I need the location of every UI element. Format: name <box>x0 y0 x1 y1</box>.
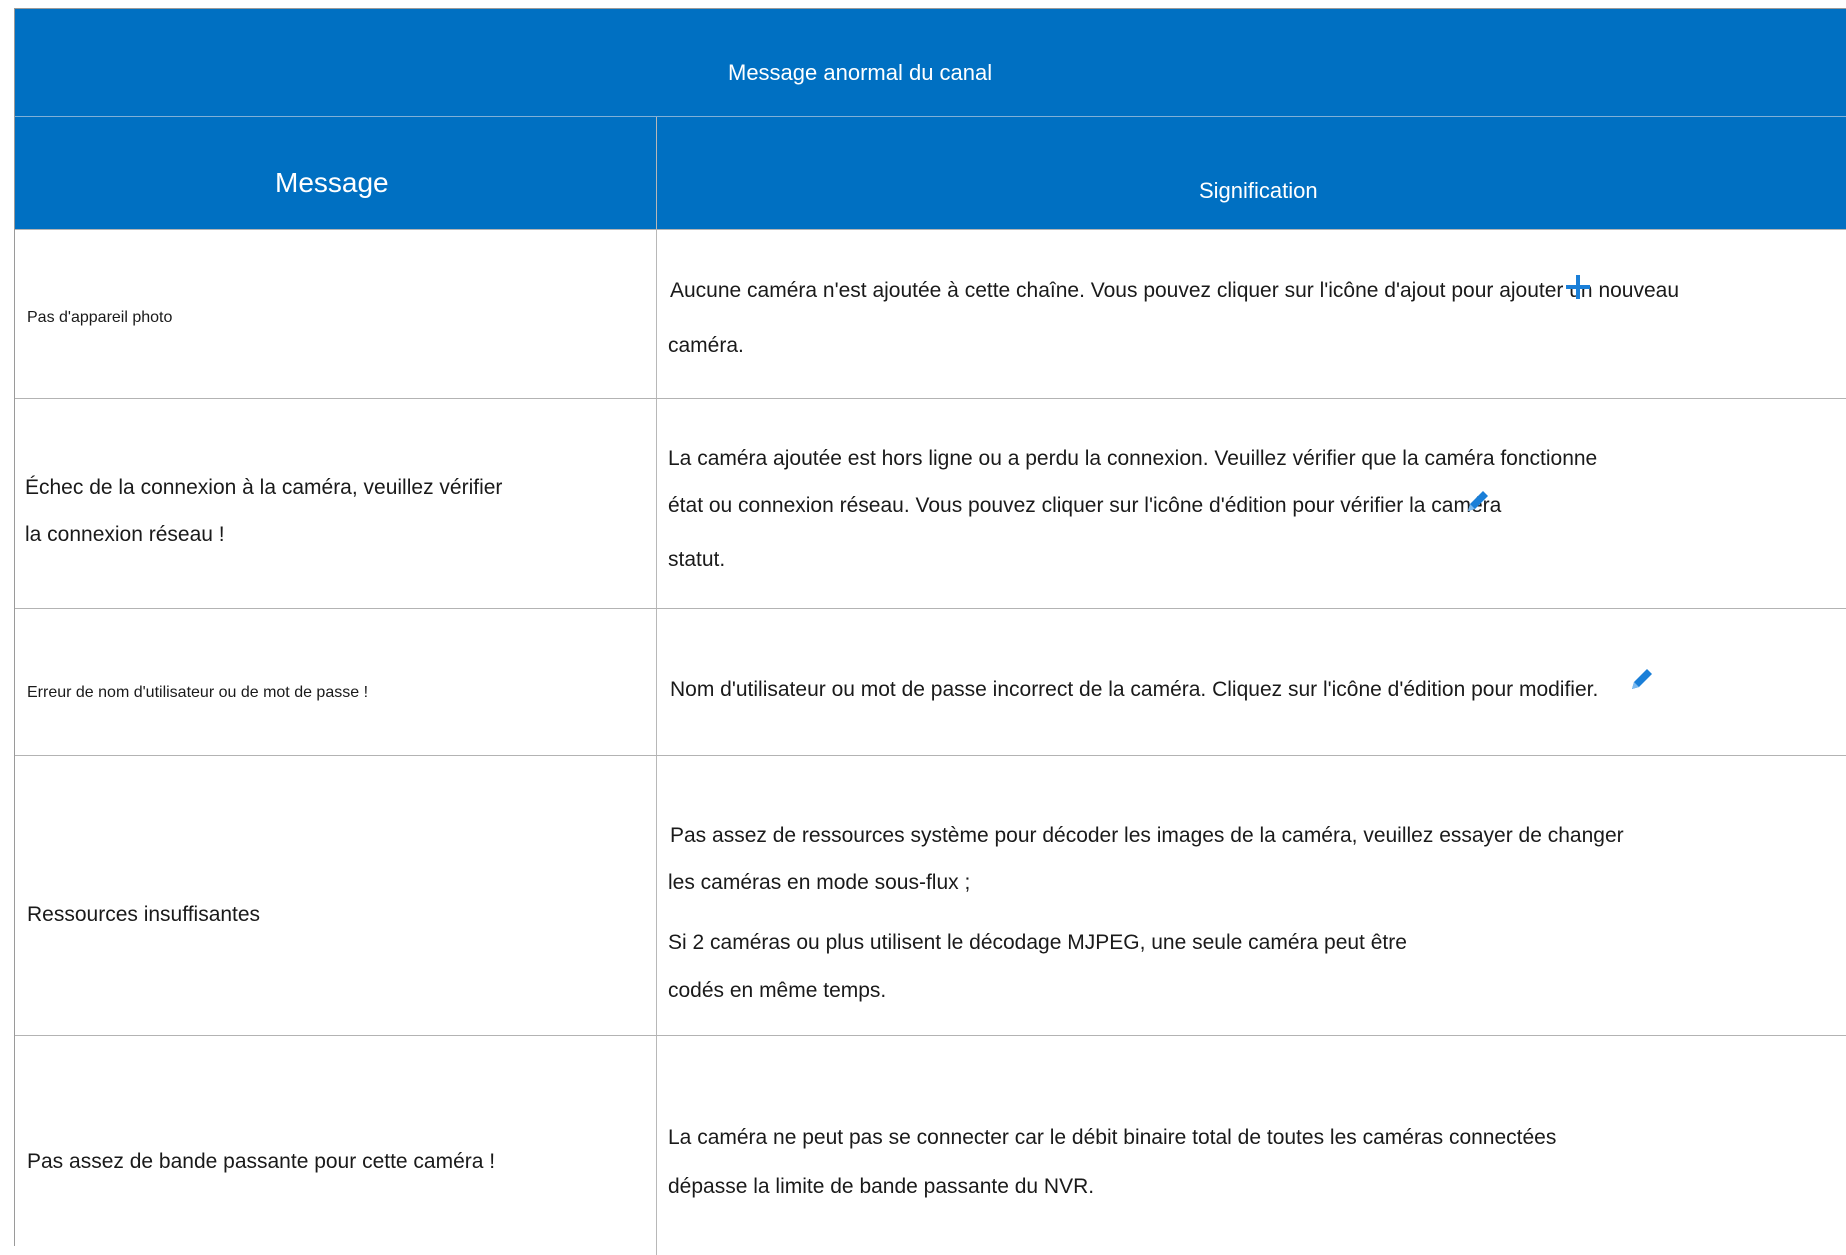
row-divider <box>15 608 1846 609</box>
row-1-meaning-line-2: caméra. <box>668 334 744 357</box>
row-divider <box>15 229 1846 230</box>
row-4-meaning-line-4: codés en même temps. <box>668 979 887 1002</box>
column-header-message: Message <box>275 167 389 198</box>
row-2-message-line-1: Échec de la connexion à la caméra, veuil… <box>25 476 503 499</box>
row-5-meaning-line-2: dépasse la limite de bande passante du N… <box>668 1175 1095 1198</box>
row-2-meaning-line-2: état ou connexion réseau. Vous pouvez cl… <box>668 494 1502 517</box>
row-5-message: Pas assez de bande passante pour cette c… <box>27 1150 496 1173</box>
row-3-message: Erreur de nom d'utilisateur ou de mot de… <box>27 684 369 701</box>
column-divider <box>656 117 657 1255</box>
row-4-meaning-line-1: Pas assez de ressources système pour déc… <box>670 824 1624 847</box>
row-5-meaning-line-1: La caméra ne peut pas se connecter car l… <box>668 1126 1557 1149</box>
column-header-meaning: Signification <box>1199 178 1318 203</box>
row-2-message-line-2: la connexion réseau ! <box>25 523 225 546</box>
row-divider <box>15 1035 1846 1036</box>
row-divider <box>15 755 1846 756</box>
pencil-icon <box>1468 491 1488 511</box>
pencil-icon <box>1632 669 1652 689</box>
row-1-meaning-line-1: Aucune caméra n'est ajoutée à cette chaî… <box>670 279 1680 302</box>
table-title: Message anormal du canal <box>728 60 993 85</box>
row-4-message: Ressources insuffisantes <box>27 903 261 926</box>
row-2-meaning-line-3: statut. <box>668 548 726 571</box>
row-4-meaning-line-2: les caméras en mode sous-flux ; <box>668 871 971 894</box>
row-4-meaning-line-3: Si 2 caméras ou plus utilisent le décoda… <box>668 931 1407 954</box>
row-2-meaning-line-1: La caméra ajoutée est hors ligne ou a pe… <box>668 447 1598 470</box>
row-divider <box>15 398 1846 399</box>
plus-icon <box>1566 275 1590 299</box>
table-frame: Message anormal du canal Message Signifi… <box>14 8 1846 1255</box>
row-1-message: Pas d'appareil photo <box>27 309 173 326</box>
row-3-meaning-line-1: Nom d'utilisateur ou mot de passe incorr… <box>670 678 1599 701</box>
